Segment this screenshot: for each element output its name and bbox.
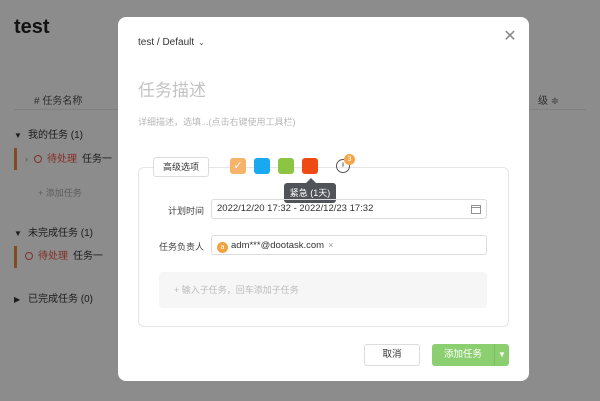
remove-icon[interactable]: × (328, 240, 333, 250)
plan-time-label: 计划时间 (167, 206, 204, 216)
chevron-down-icon: ⌄ (198, 38, 205, 47)
priority-color-blue[interactable] (254, 158, 270, 174)
priority-color-red[interactable] (302, 158, 318, 174)
owner-tag: a adm***@dootask.com × (217, 239, 333, 253)
count-badge: 3 (344, 154, 355, 165)
plan-time-picker[interactable]: 2022/12/20 17:32 - 2022/12/23 17:32 (211, 199, 487, 219)
owner-select[interactable]: a adm***@dootask.com × (211, 235, 487, 255)
priority-color-orange[interactable]: ✓ (230, 158, 246, 174)
close-icon[interactable]: ✕ (502, 29, 518, 45)
project-breadcrumb[interactable]: test / Default ⌄ (138, 37, 205, 48)
task-description-input[interactable]: 详细描述，选填...(点击右键使用工具栏) (138, 115, 296, 128)
calendar-icon (471, 205, 481, 214)
owner-label: 任务负责人 (158, 242, 204, 252)
task-title-input[interactable]: 任务描述 (138, 76, 206, 101)
add-task-button[interactable]: 添加任务 (432, 344, 494, 366)
chevron-down-icon[interactable]: ▼ (494, 344, 509, 366)
cancel-button[interactable]: 取消 (364, 344, 420, 366)
add-task-modal: test / Default ⌄ ✕ 任务描述 详细描述，选填...(点击右键使用… (118, 17, 529, 381)
priority-color-green[interactable] (278, 158, 294, 174)
subtask-input[interactable]: + 输入子任务，回车添加子任务 (159, 272, 487, 308)
advanced-options-button[interactable]: 高级选项 (153, 157, 210, 177)
check-icon: ✓ (233, 160, 243, 172)
avatar: a (217, 242, 228, 253)
